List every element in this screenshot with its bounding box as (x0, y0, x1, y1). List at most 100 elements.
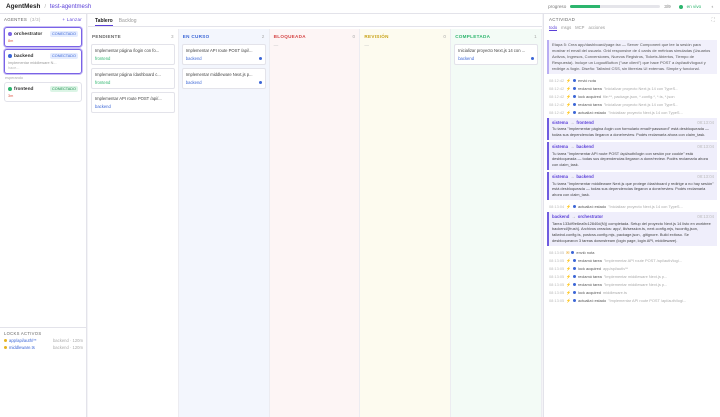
activity-time: 08:13:05 (549, 273, 565, 279)
agent-sub-time: hace... (8, 66, 20, 70)
activity-event-icon: ⚡ (566, 257, 572, 263)
agent-dot-icon (573, 266, 577, 270)
board-tabs: Tablero Backlog (88, 14, 542, 27)
message-from: sistema (552, 174, 569, 180)
column-header: PENDIENTE 3 (91, 32, 175, 41)
activity-line[interactable]: 08:12:42 ⚡ reclamó tarea "Inicializar proye… (547, 84, 717, 92)
agent-card-frontend[interactable]: frontend CONECTADO 3m (4, 82, 82, 102)
task-agent: frontend (95, 80, 111, 85)
activity-time: 08:13:05 (549, 297, 565, 303)
activity-type: lock acquired (578, 93, 601, 99)
agent-badge: CONECTADO (50, 86, 78, 92)
tab-tablero[interactable]: Tablero (95, 17, 113, 26)
lock-row[interactable]: app/api/auth/** backend · 120m (4, 338, 83, 343)
launch-agent-button[interactable]: + Lanzar (62, 17, 82, 22)
activity-type: lock acquired (578, 265, 601, 271)
activity-type: reclamó tarea (578, 273, 602, 279)
lock-icon (4, 346, 7, 349)
activity-line[interactable]: 08:13:05 ⚡ reclamó tarea "Implementar API r… (547, 256, 717, 264)
message-body: Tarea 133df9e6ea9c12840d(N)) completada.… (552, 220, 711, 244)
task-card[interactable]: Implementar página /login con fo... front… (91, 44, 175, 65)
agent-time: 3m (8, 94, 14, 98)
column-count: 3 (170, 34, 174, 39)
message-body: Tu tarea "Implementar API route POST /ap… (552, 150, 708, 168)
column-empty: — (273, 43, 279, 48)
activity-line[interactable]: 08:13:05 ⚡ reclamó tarea "Implementar middl… (547, 272, 717, 280)
activity-line[interactable]: 08:13:05 ⚡ reclamó tarea "Implementar middl… (547, 280, 717, 288)
agent-dot-icon (573, 274, 577, 278)
column-count: 0 (443, 34, 447, 39)
activity-message[interactable]: sistema → backend 08:13:04 Tu tarea "Impleme… (547, 172, 717, 201)
agent-dot-icon (573, 282, 577, 286)
activity-line[interactable]: 08:13:04 ⚡ actualizó estado "Inicializar pr… (547, 202, 717, 210)
activity-line[interactable]: 08:13:05 ⚡ lock acquired middleware.ts (547, 288, 717, 296)
activity-line[interactable]: 08:13:05 ✉ envió nota (547, 248, 717, 256)
activity-text: "Implementar API route POST /api/auth/lo… (603, 257, 682, 263)
message-to: backend (576, 144, 594, 150)
task-agent: backend (95, 104, 111, 109)
activity-line[interactable]: 08:12:42 ⚡ envió nota (547, 76, 717, 84)
activity-tab-acciones[interactable]: acciones (588, 25, 605, 31)
activity-time: 08:13:05 (549, 289, 565, 295)
activity-event-icon: ⚡ (566, 297, 572, 303)
message-time: 08:13:04 (697, 174, 714, 180)
task-assignee: frontend (95, 56, 171, 61)
activity-text: file:**, package.json, *.config.*, *.ts,… (602, 93, 675, 99)
activity-line[interactable]: 08:12:42 ⚡ reclamó tarea "Inicializar proye… (547, 100, 717, 108)
task-card[interactable]: Implementar página /dashboard c... fronte… (91, 68, 175, 89)
agent-time: 8m (8, 39, 14, 43)
activity-feed[interactable]: Etapa 5: Crea app/dashboard/page.tsx — S… (547, 40, 717, 417)
activity-panel: ACTIVIDAD ⛶ todo msgs MCP acciones Etapa… (543, 14, 720, 417)
activity-time: 08:12:42 (549, 93, 565, 99)
agent-status-dot-icon (8, 87, 12, 91)
agent-current-task: Implementar middleware N... (8, 61, 57, 65)
kanban-column-en curso: EN CURSO 2 Implementar API route POST /api… (178, 29, 270, 417)
activity-time: 08:13:04 (549, 203, 565, 209)
kanban-column-bloqueada: BLOQUEADA 0 — (269, 29, 361, 417)
activity-line[interactable]: 08:13:05 ⚡ actualizó estado "Implementar AP… (547, 296, 717, 304)
activity-event-icon: ⚡ (566, 77, 572, 83)
agent-dot-icon (573, 102, 577, 106)
task-assignee: backend (186, 80, 262, 85)
agent-card-orchestrator[interactable]: orchestrator CONECTADO 8m (4, 27, 82, 47)
activity-type: actualizó estado (578, 109, 607, 115)
task-agent: backend (458, 56, 475, 61)
lock-row[interactable]: middleware.ts backend · 120m (4, 345, 83, 350)
activity-event-icon: ⚡ (566, 203, 572, 209)
activity-type: lock acquired (578, 289, 601, 295)
task-card[interactable]: Implementar API route POST /api/... backe… (91, 92, 175, 113)
agent-card-backend[interactable]: backend CONECTADO Implementar middleware … (4, 49, 82, 74)
agents-sidebar: AGENTES (3/3) + Lanzar orchestrator CONEC… (0, 14, 87, 417)
agent-name: backend (14, 53, 34, 59)
lock-path: middleware.ts (9, 345, 35, 350)
activity-line[interactable]: 08:13:05 ⚡ lock acquired app/api/auth/** (547, 264, 717, 272)
arrow-icon: → (570, 174, 575, 180)
activity-tab-todo[interactable]: todo (549, 25, 558, 31)
activity-tab-mcp[interactable]: MCP (575, 25, 584, 31)
task-card[interactable]: Implementar API route POST /api/... backe… (181, 44, 266, 65)
activity-type: reclamó tarea (578, 101, 602, 107)
lock-icon (4, 339, 7, 342)
activity-message[interactable]: backend → orchestrator 08:13:04 Tarea 133df9… (547, 212, 717, 247)
task-card[interactable]: Implementar middleware Next.js p... backe… (181, 68, 266, 89)
expand-icon[interactable]: ⛶ (712, 17, 715, 22)
locks-panel: LOCKS ACTIVOS app/api/auth/** backend · 1… (0, 327, 87, 353)
agent-dot-icon (573, 298, 577, 302)
activity-message[interactable]: sistema → frontend 08:13:04 Tu tarea "Implem… (547, 118, 717, 141)
app-brand[interactable]: AgentMesh (6, 3, 40, 10)
task-assignee: backend (458, 56, 534, 61)
tab-backlog[interactable]: Backlog (119, 17, 137, 26)
activity-message[interactable]: sistema → backend 08:13:04 Tu tarea "Impleme… (547, 142, 717, 171)
message-from: backend (552, 214, 570, 220)
project-name[interactable]: test-agentmesh (50, 4, 91, 10)
theme-toggle-icon[interactable]: ◐ (711, 4, 714, 9)
activity-line[interactable]: 08:12:42 ⚡ actualizó estado "Inicializar pr… (547, 108, 717, 116)
task-card[interactable]: Inicializar proyecto Next.js 14 con ... b… (454, 44, 538, 65)
activity-line[interactable]: 08:12:42 ⚡ lock acquired file:**, package.j… (547, 92, 717, 100)
column-header: REVISIÓN 0 (363, 32, 447, 41)
activity-tab-msgs[interactable]: msgs (561, 25, 571, 31)
activity-text: "Inicializar proyecto Next.js 14 con Typ… (603, 85, 679, 91)
task-title: Inicializar proyecto Next.js 14 con ... (458, 48, 526, 53)
column-title: EN CURSO (182, 34, 210, 39)
waiting-label: esperando (5, 76, 23, 80)
